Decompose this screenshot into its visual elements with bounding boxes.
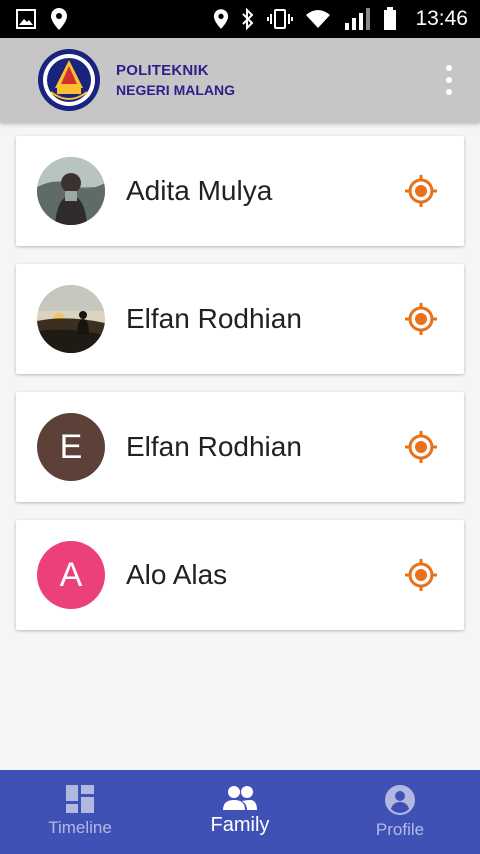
avatar: [37, 285, 105, 353]
status-bar: 13:46: [0, 0, 480, 38]
nav-label: Timeline: [48, 818, 112, 837]
my-location-icon[interactable]: [404, 174, 438, 208]
avatar-initial: E: [37, 413, 105, 481]
nav-family[interactable]: Family: [160, 770, 320, 854]
battery-icon: [384, 7, 397, 30]
nav-label: Family: [210, 814, 270, 836]
people-icon: [223, 786, 257, 810]
nav-timeline[interactable]: Timeline: [0, 770, 160, 854]
bluetooth-icon: [242, 8, 254, 30]
member-card[interactable]: E Elfan Rodhian: [16, 392, 464, 502]
status-time: 13:46: [415, 7, 468, 30]
nav-profile[interactable]: Profile: [320, 770, 480, 854]
image-icon: [16, 9, 36, 29]
brand-line-1: POLITEKNIK: [116, 62, 209, 79]
member-name: Alo Alas: [126, 559, 228, 590]
my-location-icon[interactable]: [404, 558, 438, 592]
app-bar: POLITEKNIK NEGERI MALANG: [0, 38, 480, 122]
location-pin-icon: [51, 8, 67, 30]
member-name: Elfan Rodhian: [126, 431, 302, 462]
nav-label: Profile: [375, 820, 425, 839]
account-circle-icon: [385, 785, 415, 815]
member-card[interactable]: Elfan Rodhian: [16, 264, 464, 374]
avatar-initial: A: [37, 541, 105, 609]
member-card[interactable]: Adita Mulya: [16, 136, 464, 246]
brand-line-2: NEGERI MALANG: [116, 82, 235, 98]
dashboard-icon: [66, 785, 94, 813]
polinema-logo: [38, 49, 100, 111]
member-name: Elfan Rodhian: [126, 303, 302, 334]
location-pin-icon: [214, 9, 229, 29]
brand-title: POLITEKNIK NEGERI MALANG: [116, 62, 235, 98]
vibrate-icon: [267, 9, 294, 29]
wifi-icon: [306, 10, 331, 28]
my-location-icon[interactable]: [404, 430, 438, 464]
avatar: [37, 157, 105, 225]
member-card[interactable]: A Alo Alas: [16, 520, 464, 630]
my-location-icon[interactable]: [404, 302, 438, 336]
more-vert-icon: [446, 65, 452, 71]
member-name: Adita Mulya: [126, 175, 273, 206]
signal-icon: [345, 8, 371, 30]
overflow-menu-button[interactable]: [444, 65, 454, 95]
bottom-navigation: Timeline Family Profile: [0, 770, 480, 854]
